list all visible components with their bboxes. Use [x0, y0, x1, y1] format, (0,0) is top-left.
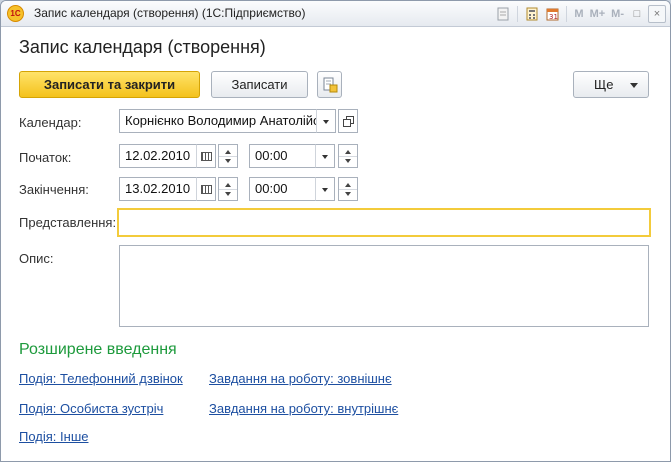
start-time-dropdown-button[interactable] [315, 144, 335, 168]
window-title: Запис календаря (створення) (1С:Підприєм… [34, 6, 306, 20]
start-date-field[interactable]: 12.02.2010 [119, 144, 197, 168]
save-button[interactable]: Записати [211, 71, 308, 98]
memory-button-m-minus[interactable]: M- [609, 8, 626, 20]
end-time-dropdown-button[interactable] [315, 177, 335, 201]
document-structure-button[interactable] [317, 71, 342, 98]
svg-text:31: 31 [549, 13, 558, 21]
document-icon[interactable] [494, 5, 512, 23]
start-time-spinner[interactable] [338, 144, 358, 168]
separator [517, 6, 519, 22]
start-time-field[interactable]: 00:00 [249, 144, 316, 168]
end-date-calendar-button[interactable] [196, 177, 216, 201]
advanced-input-title: Розширене введення [19, 341, 177, 358]
calendar-label: Календар: [19, 115, 82, 130]
end-date-spinner[interactable] [218, 177, 238, 201]
chevron-down-icon [323, 120, 329, 124]
calendar-dropdown-button[interactable] [316, 109, 336, 133]
chevron-down-icon [322, 188, 328, 192]
description-textarea[interactable] [119, 245, 649, 327]
representation-label: Представлення: [19, 215, 117, 230]
calculator-icon[interactable] [523, 5, 541, 23]
start-date-calendar-button[interactable] [196, 144, 216, 168]
app-logo-icon[interactable]: 1С [7, 5, 24, 22]
chevron-down-icon [630, 83, 638, 88]
start-label: Початок: [19, 150, 72, 165]
calendar-open-button[interactable] [338, 109, 358, 133]
calendar-icon [201, 152, 212, 161]
memory-button-m[interactable]: M [572, 8, 585, 20]
chevron-down-icon [322, 155, 328, 159]
start-date-spinner[interactable] [218, 144, 238, 168]
separator [566, 6, 568, 22]
title-bar: 1С Запис календаря (створення) (1С:Підпр… [1, 1, 670, 27]
more-button-label: Ще [594, 77, 614, 92]
save-and-close-button[interactable]: Записати та закрити [19, 71, 200, 98]
title-bar-tools: 31 M M+ M- □ × [494, 4, 666, 24]
calendar-icon[interactable]: 31 [543, 5, 561, 23]
end-time-field[interactable]: 00:00 [249, 177, 316, 201]
memory-button-m-plus[interactable]: M+ [588, 8, 608, 20]
representation-input[interactable] [117, 208, 651, 237]
form-window: 1С Запис календаря (створення) (1С:Підпр… [0, 0, 671, 462]
link-personal-meeting-event[interactable]: Подія: Особиста зустріч [19, 401, 163, 416]
link-other-event[interactable]: Подія: Інше [19, 429, 88, 444]
form-title: Запис календаря (створення) [19, 37, 266, 57]
link-phone-call-event[interactable]: Подія: Телефонний дзвінок [19, 371, 183, 386]
calendar-field[interactable]: Корнієнко Володимир Анатолійович [119, 109, 317, 133]
end-date-field[interactable]: 13.02.2010 [119, 177, 197, 201]
description-label: Опис: [19, 251, 54, 266]
restore-window-icon[interactable]: □ [628, 5, 646, 23]
close-window-button[interactable]: × [648, 5, 666, 23]
calendar-icon [201, 185, 212, 194]
end-time-spinner[interactable] [338, 177, 358, 201]
link-external-task[interactable]: Завдання на роботу: зовнішнє [209, 371, 392, 386]
link-internal-task[interactable]: Завдання на роботу: внутрішнє [209, 401, 398, 416]
document-structure-icon [323, 77, 337, 92]
more-button[interactable]: Ще [573, 71, 649, 98]
end-label: Закінчення: [19, 182, 89, 197]
